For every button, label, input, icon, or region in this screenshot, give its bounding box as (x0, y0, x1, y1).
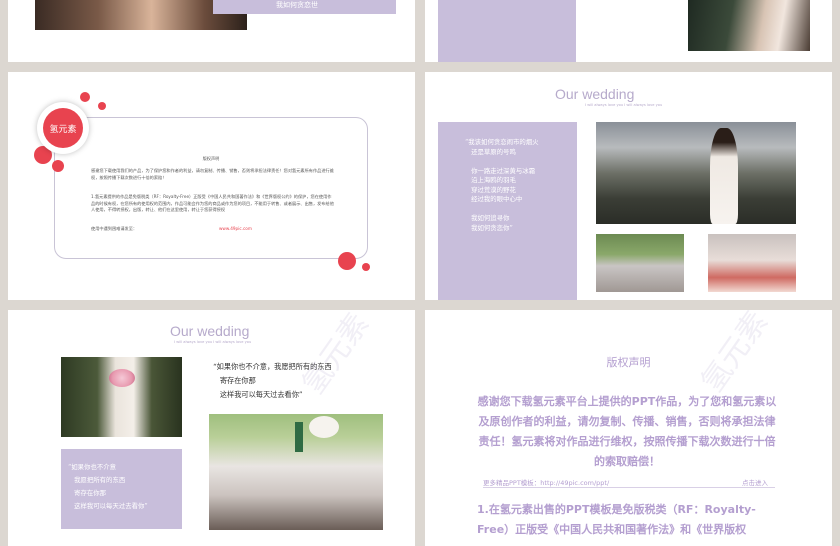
notice-more-text: 使用中遇到困难请发至： (91, 226, 138, 231)
notice-box: 版权声明 感谢您下载使用我们的产品，为了保护您和作者的利益，请勿复制、传播、销售… (54, 117, 368, 259)
decor-dot (98, 102, 106, 110)
badge-label: 氢元素 (49, 125, 77, 135)
slide-copyright-notice[interactable]: 版权声明 感谢您下载使用我们的产品，为了保护您和作者的利益，请勿复制、传播、销售… (8, 72, 415, 300)
slide-top-left[interactable]: 我如何贪恋世 (8, 0, 415, 62)
photo-bride-bouquet (61, 357, 182, 437)
decor-dot (52, 160, 64, 172)
photo-wedding-table (209, 414, 383, 530)
more-templates-label: 更多精品PPT模板：http://49pic.com/ppt/ (483, 479, 610, 487)
slide-subtitle: I will always love you I will always lov… (585, 103, 663, 107)
statement-clause: 1.在氢元素出售的PPT模板是免版税类（RF：Royalty-Free）正版受《… (477, 503, 756, 536)
top-right-lavender-panel (438, 0, 576, 62)
slide-our-wedding-2[interactable]: Our wedding I will always love you I wil… (8, 310, 415, 546)
slide-copyright-statement[interactable]: 版权声明 感谢您下载氢元素平台上提供的PPT作品，为了您和氢元素以及原创作者的利… (425, 310, 832, 546)
photo-bride-mountains (596, 122, 796, 224)
decor-dot (338, 252, 356, 270)
slide-our-wedding-1[interactable]: Our wedding I will always love you I wil… (425, 72, 832, 300)
top-left-caption: 我如何贪恋世 (276, 1, 318, 9)
notice-para-1: 感谢您下载使用我们的产品，为了保护您和作者的利益，请勿复制、传播、销售，否则将承… (91, 168, 334, 180)
statement-body: 感谢您下载氢元素平台上提供的PPT作品，为了您和氢元素以及原创作者的利益，请勿复… (477, 395, 777, 468)
notice-title: 版权声明 (202, 156, 220, 161)
enter-link[interactable]: 点击进入 (742, 477, 768, 487)
divider (483, 487, 775, 488)
slide-title: Our wedding (555, 86, 635, 102)
decor-dot (80, 92, 90, 102)
top-right-photo (688, 0, 810, 51)
poem-text: “我该如何贪恋闹市的烟火 还是草原的号鸣 你一路走过深黄与冰霜 沿上海鸥的羽毛 … (465, 138, 539, 232)
poem-text: “如果你也不介意 我愿把所有的东西 寄存在你那 这样我可以每天过去看你” (68, 463, 148, 510)
notice-para-2: 1.氢元素提供的作品是免版税类（RF：Royalty-Free）正版受《中国人民… (91, 194, 334, 213)
slide-top-right[interactable] (425, 0, 832, 62)
statement-title: 版权声明 (606, 356, 651, 369)
photo-cake-topper (708, 234, 796, 292)
slide-subtitle: I will always love you I will always lov… (174, 340, 252, 344)
slide-title: Our wedding (170, 323, 250, 339)
decor-dot (362, 263, 370, 271)
photo-table-setting (596, 234, 684, 292)
notice-link[interactable]: www.49pic.com (219, 226, 252, 233)
